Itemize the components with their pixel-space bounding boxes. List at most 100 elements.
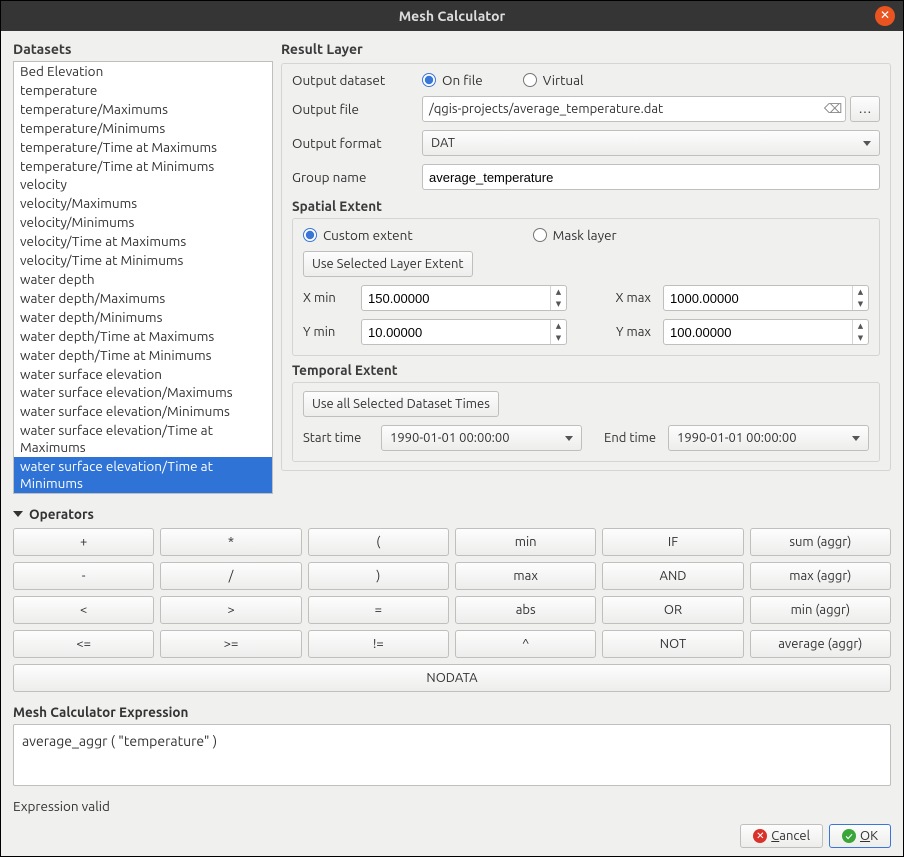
temporal-extent-label: Temporal Extent (292, 362, 880, 378)
ok-button[interactable]: ✓ OK (829, 824, 891, 848)
operator-button[interactable]: abs (455, 596, 596, 624)
operator-button[interactable]: < (13, 596, 154, 624)
dataset-item[interactable]: velocity/Minimums (14, 213, 272, 232)
on-file-label: On file (442, 72, 483, 88)
operator-button[interactable]: / (160, 562, 301, 590)
dataset-item[interactable]: water surface elevation/Time at Minimums (14, 457, 272, 493)
spatial-extent-label: Spatial Extent (292, 198, 880, 214)
dataset-item[interactable]: water depth/Time at Minimums (14, 346, 272, 365)
operators-header[interactable]: Operators (13, 506, 891, 522)
xmax-input[interactable] (664, 286, 852, 310)
end-time-combo[interactable]: 1990-01-01 00:00:00 (668, 425, 869, 451)
output-virtual-radio[interactable]: Virtual (523, 72, 584, 88)
operators-label: Operators (29, 506, 94, 522)
dataset-item[interactable]: velocity/Maximums (14, 194, 272, 213)
dataset-item[interactable]: water depth/Minimums (14, 308, 272, 327)
operator-button[interactable]: + (13, 528, 154, 556)
output-format-row: Output format DAT (292, 130, 880, 156)
operator-button[interactable]: != (308, 630, 449, 658)
operator-button[interactable]: max (aggr) (750, 562, 891, 590)
operator-button[interactable]: IF (602, 528, 743, 556)
dataset-item[interactable]: water surface elevation/Maximums (14, 383, 272, 402)
dataset-item[interactable]: temperature/Minimums (14, 119, 272, 138)
dataset-item[interactable]: water depth/Maximums (14, 289, 272, 308)
chevron-down-icon (13, 511, 23, 517)
ymin-spinbox[interactable]: ▲▼ (361, 319, 567, 345)
chevron-up-icon[interactable]: ▲ (551, 320, 566, 332)
operator-button[interactable]: ^ (455, 630, 596, 658)
operator-button[interactable]: <= (13, 630, 154, 658)
dataset-item[interactable]: water surface elevation/Minimums (14, 402, 272, 421)
output-file-value: /qgis-projects/average_temperature.dat (429, 102, 663, 116)
browse-output-file-button[interactable]: … (850, 96, 880, 122)
output-format-combo[interactable]: DAT (422, 130, 880, 156)
dataset-item[interactable]: water surface elevation/Time at Maximums (14, 421, 272, 457)
datasets-list[interactable]: Bed Elevationtemperaturetemperature/Maxi… (13, 61, 273, 494)
result-form: Output dataset On file Virtual Output fi… (281, 63, 891, 471)
output-on-file-radio[interactable]: On file (422, 72, 483, 88)
expression-input[interactable]: average_aggr ( "temperature" ) (13, 724, 891, 786)
xmax-label: X max (575, 291, 655, 305)
mesh-calculator-window: Mesh Calculator ✕ Datasets Bed Elevation… (0, 0, 904, 857)
expression-status: Expression valid (13, 798, 891, 814)
ymax-input[interactable] (664, 320, 852, 344)
start-time-combo[interactable]: 1990-01-01 00:00:00 (381, 425, 582, 451)
output-format-value: DAT (431, 136, 455, 150)
dataset-item[interactable]: Bed Elevation (14, 62, 272, 81)
clear-text-icon[interactable]: ⌫ (825, 101, 841, 117)
operator-button[interactable]: max (455, 562, 596, 590)
mask-layer-radio[interactable]: Mask layer (533, 227, 617, 243)
dataset-item[interactable]: temperature/Maximums (14, 100, 272, 119)
dataset-item[interactable]: velocity (14, 175, 272, 194)
dataset-item[interactable]: temperature (14, 81, 272, 100)
operator-button[interactable]: NOT (602, 630, 743, 658)
xmax-spinbox[interactable]: ▲▼ (663, 285, 869, 311)
operator-button[interactable]: * (160, 528, 301, 556)
output-dataset-label: Output dataset (292, 72, 422, 88)
operator-button[interactable]: OR (602, 596, 743, 624)
group-name-input[interactable] (422, 164, 880, 190)
dataset-item[interactable]: velocity/Time at Minimums (14, 251, 272, 270)
chevron-up-icon[interactable]: ▲ (853, 320, 868, 332)
chevron-down-icon[interactable]: ▼ (551, 332, 566, 344)
dataset-item[interactable]: temperature/Time at Minimums (14, 157, 272, 176)
custom-extent-radio[interactable]: Custom extent (303, 227, 413, 243)
operator-button[interactable]: >= (160, 630, 301, 658)
output-file-field[interactable]: /qgis-projects/average_temperature.dat ⌫ (422, 96, 846, 122)
ymax-spinbox[interactable]: ▲▼ (663, 319, 869, 345)
window-title: Mesh Calculator (399, 8, 506, 24)
xmin-input[interactable] (362, 286, 550, 310)
chevron-up-icon[interactable]: ▲ (551, 286, 566, 298)
operator-button[interactable]: sum (aggr) (750, 528, 891, 556)
xmin-spinbox[interactable]: ▲▼ (361, 285, 567, 311)
operator-button[interactable]: min (aggr) (750, 596, 891, 624)
operator-button[interactable]: ) (308, 562, 449, 590)
operator-button[interactable]: - (13, 562, 154, 590)
dataset-item[interactable]: velocity/Time at Maximums (14, 232, 272, 251)
use-all-selected-times-button[interactable]: Use all Selected Dataset Times (303, 391, 499, 417)
use-selected-layer-extent-button[interactable]: Use Selected Layer Extent (303, 251, 473, 277)
output-dataset-row: Output dataset On file Virtual (292, 72, 880, 88)
nodata-button[interactable]: NODATA (13, 664, 891, 692)
dataset-item[interactable]: temperature/Time at Maximums (14, 138, 272, 157)
dataset-item[interactable]: water surface elevation (14, 365, 272, 384)
operator-button[interactable]: min (455, 528, 596, 556)
chevron-down-icon[interactable]: ▼ (853, 332, 868, 344)
operator-button[interactable]: average (aggr) (750, 630, 891, 658)
operator-button[interactable]: AND (602, 562, 743, 590)
group-name-row: Group name (292, 164, 880, 190)
cancel-button[interactable]: ✕ Cancel (740, 824, 823, 848)
ymin-input[interactable] (362, 320, 550, 344)
chevron-up-icon[interactable]: ▲ (853, 286, 868, 298)
close-icon[interactable]: ✕ (875, 6, 895, 26)
operator-button[interactable]: = (308, 596, 449, 624)
dataset-item[interactable]: water depth (14, 270, 272, 289)
dataset-item[interactable]: water depth/Time at Maximums (14, 327, 272, 346)
output-format-label: Output format (292, 135, 422, 151)
chevron-down-icon[interactable]: ▼ (551, 298, 566, 310)
window-titlebar: Mesh Calculator ✕ (1, 1, 903, 31)
chevron-down-icon[interactable]: ▼ (853, 298, 868, 310)
operator-button[interactable]: > (160, 596, 301, 624)
ymin-label: Y min (303, 325, 353, 339)
operator-button[interactable]: ( (308, 528, 449, 556)
